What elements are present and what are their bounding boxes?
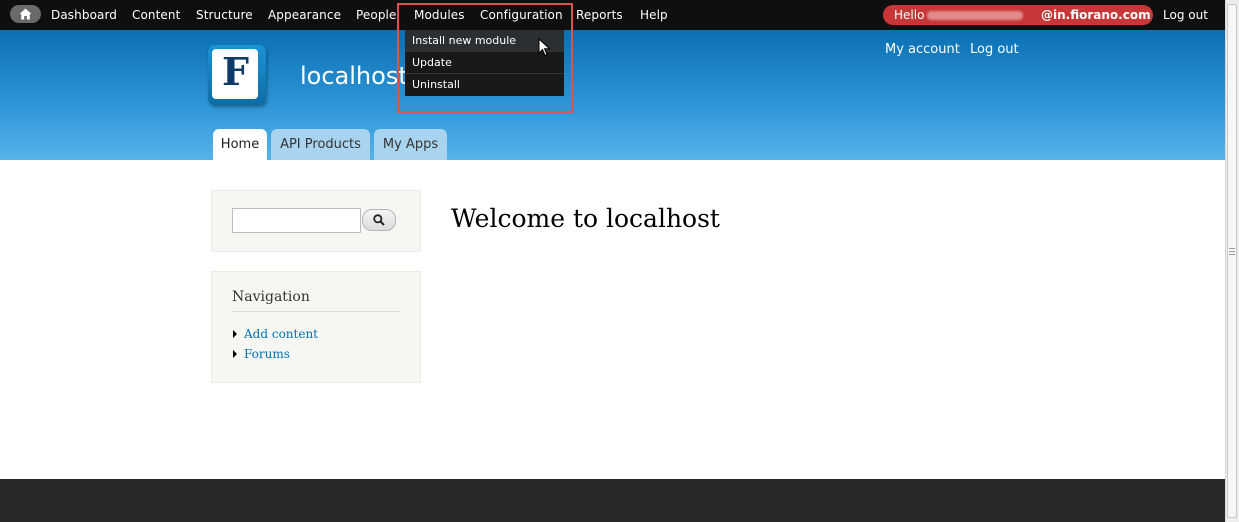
tab-my-apps[interactable]: My Apps <box>374 129 447 160</box>
toolbar-logout-link[interactable]: Log out <box>1163 8 1208 22</box>
bullet-arrow-icon <box>233 330 237 338</box>
tab-home[interactable]: Home <box>213 129 267 160</box>
logo-letter: F <box>222 49 249 94</box>
toolbar-item-structure[interactable]: Structure <box>196 8 253 22</box>
search-button[interactable] <box>362 209 396 231</box>
site-footer <box>0 479 1225 522</box>
toolbar-item-reports[interactable]: Reports <box>576 8 623 22</box>
mouse-cursor-icon <box>538 38 551 57</box>
nav-link-forums[interactable]: Forums <box>244 347 290 361</box>
navigation-divider <box>232 311 400 312</box>
search-input[interactable] <box>232 208 361 233</box>
scrollbar-grip <box>1229 254 1235 255</box>
site-logo[interactable]: F <box>208 45 266 105</box>
scrollbar-grip <box>1229 251 1235 252</box>
my-account-link[interactable]: My account <box>885 42 960 57</box>
tab-api-products[interactable]: API Products <box>271 129 370 160</box>
user-email-domain: @in.fiorano.com <box>1041 8 1151 22</box>
annotation-highlight-box <box>397 3 573 113</box>
redacted-username <box>927 11 1023 20</box>
scrollbar-thumb[interactable] <box>1227 4 1237 518</box>
toolbar-item-dashboard[interactable]: Dashboard <box>51 8 117 22</box>
bullet-arrow-icon <box>233 350 237 358</box>
search-icon <box>373 214 385 226</box>
scrollbar-grip <box>1229 248 1235 249</box>
nav-link-add-content[interactable]: Add content <box>244 327 318 341</box>
header-logout-link[interactable]: Log out <box>970 42 1019 57</box>
site-header <box>0 30 1225 160</box>
user-greeting-badge[interactable]: Hello @in.fiorano.com <box>883 5 1153 25</box>
hello-label: Hello <box>894 8 925 22</box>
toolbar-item-content[interactable]: Content <box>132 8 180 22</box>
site-name[interactable]: localhost <box>300 62 408 90</box>
toolbar-item-appearance[interactable]: Appearance <box>268 8 341 22</box>
toolbar-item-people[interactable]: People <box>356 8 396 22</box>
navigation-title: Navigation <box>232 289 310 305</box>
home-button[interactable] <box>10 5 41 23</box>
page-title: Welcome to localhost <box>451 204 720 233</box>
toolbar-item-help[interactable]: Help <box>640 8 668 22</box>
admin-toolbar: Dashboard Content Structure Appearance P… <box>0 0 1239 30</box>
home-icon <box>19 8 32 20</box>
